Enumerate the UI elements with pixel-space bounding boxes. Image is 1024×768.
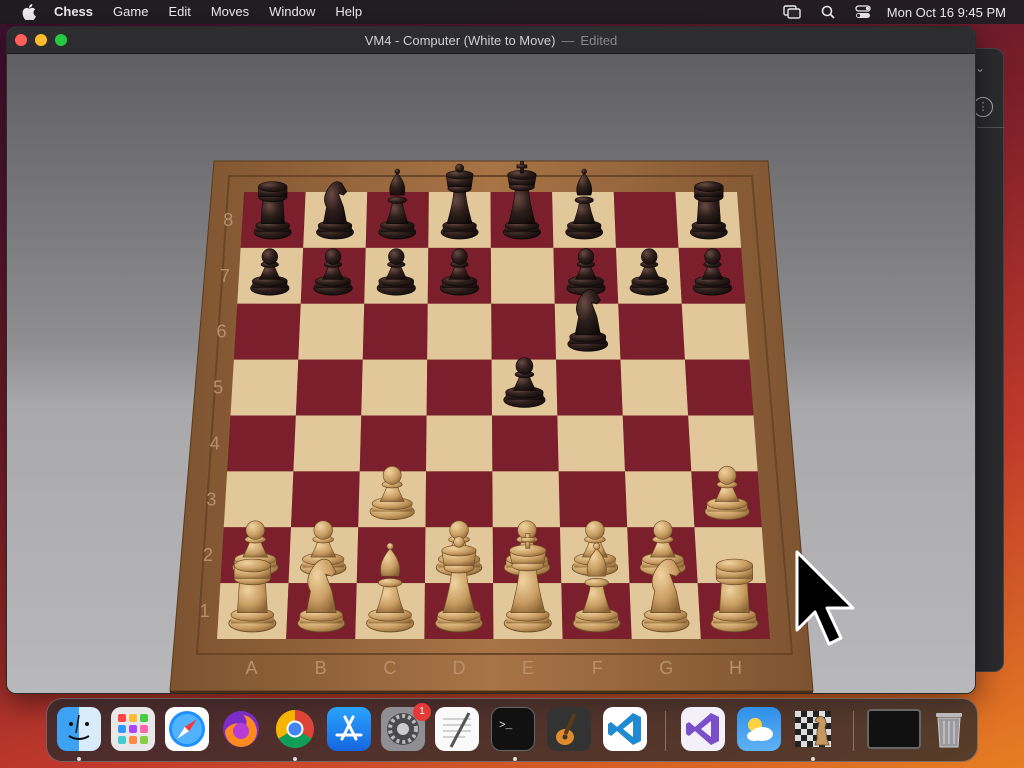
square-g5[interactable]	[620, 359, 689, 416]
running-indicator	[293, 757, 297, 761]
square-b4[interactable]	[293, 415, 362, 472]
chess-window: VM4 - Computer (White to Move) — Edited	[6, 26, 976, 694]
square-a6[interactable]	[233, 303, 301, 360]
rank-label: 2	[203, 545, 213, 565]
trash-icon[interactable]	[927, 707, 971, 751]
square-a4[interactable]	[227, 415, 296, 472]
minimize-window-button[interactable]	[35, 34, 47, 46]
file-label: B	[315, 658, 327, 678]
file-label: H	[729, 658, 742, 678]
menu-edit[interactable]: Edit	[158, 0, 200, 24]
square-h4[interactable]	[688, 415, 758, 472]
square-d5[interactable]	[426, 359, 492, 416]
vscode-icon[interactable]	[603, 707, 647, 751]
file-label: G	[659, 658, 673, 678]
textedit-icon[interactable]	[435, 707, 479, 751]
menu-moves[interactable]: Moves	[201, 0, 259, 24]
square-g8[interactable]	[613, 192, 679, 248]
square-e7[interactable]	[490, 247, 555, 304]
finder-icon[interactable]	[57, 707, 101, 751]
menu-window[interactable]: Window	[259, 0, 325, 24]
title-separator: —	[561, 32, 575, 48]
square-d3[interactable]	[425, 471, 493, 528]
rank-label: 4	[210, 433, 220, 453]
more-options-icon: ⋮	[973, 97, 993, 117]
weather-icon[interactable]	[737, 707, 781, 751]
garageband-icon[interactable]	[547, 707, 591, 751]
square-d4[interactable]	[426, 415, 493, 472]
square-g3[interactable]	[625, 471, 695, 528]
window-title: VM4 - Computer (White to Move)	[364, 32, 556, 48]
dock-separator	[853, 711, 854, 751]
notification-badge: 1	[413, 703, 431, 721]
menu-bar-clock[interactable]: Mon Oct 16 9:45 PM	[887, 5, 1006, 20]
window-title-bar[interactable]: VM4 - Computer (White to Move) — Edited	[7, 27, 975, 54]
rank-label: 6	[217, 322, 227, 342]
firefox-icon[interactable]	[219, 707, 263, 751]
chess-board[interactable]: A B C D E F G H 1 2 3 4 5 6 7 8	[7, 54, 976, 694]
menu-help[interactable]: Help	[325, 0, 372, 24]
dock-separator	[665, 711, 666, 751]
app-store-icon[interactable]	[327, 707, 371, 751]
control-center-icon[interactable]	[855, 5, 871, 19]
file-label: D	[452, 658, 465, 678]
spotlight-search-icon[interactable]	[821, 5, 835, 19]
chevron-down-icon: ⌄	[975, 61, 986, 75]
file-label: E	[522, 658, 534, 678]
dock: 1 >_	[46, 698, 978, 762]
chess-icon[interactable]	[791, 707, 835, 751]
square-a3[interactable]	[223, 471, 294, 528]
rank-label: 8	[223, 210, 233, 230]
square-e3[interactable]	[492, 471, 560, 528]
square-h5[interactable]	[684, 359, 754, 416]
menu-game[interactable]: Game	[103, 0, 158, 24]
safari-icon[interactable]	[165, 707, 209, 751]
square-g4[interactable]	[622, 415, 692, 472]
file-label: A	[246, 658, 258, 678]
square-c5[interactable]	[361, 359, 428, 416]
app-menu-chess[interactable]: Chess	[44, 0, 103, 24]
square-b5[interactable]	[295, 359, 363, 416]
menu-bar: Chess Game Edit Moves Window Help Mon Oc…	[0, 0, 1024, 24]
edited-indicator: Edited	[580, 32, 618, 48]
apple-menu-icon[interactable]	[18, 0, 40, 24]
square-e6[interactable]	[491, 303, 557, 360]
square-c4[interactable]	[359, 415, 427, 472]
square-f3[interactable]	[558, 471, 628, 528]
chrome-icon[interactable]	[273, 707, 317, 751]
rank-label: 3	[206, 489, 216, 509]
square-d6[interactable]	[427, 303, 492, 360]
rank-label: 5	[213, 378, 223, 398]
running-indicator	[513, 757, 517, 761]
divider	[977, 127, 1005, 128]
running-indicator	[811, 757, 815, 761]
svg-text:>_: >_	[499, 720, 513, 732]
rank-label: 7	[220, 266, 230, 286]
board-frame-edge	[170, 691, 813, 693]
square-g6[interactable]	[618, 303, 685, 360]
chess-scene[interactable]: A B C D E F G H 1 2 3 4 5 6 7 8	[7, 54, 976, 694]
square-h6[interactable]	[681, 303, 750, 360]
square-a5[interactable]	[230, 359, 299, 416]
window-preview-icon[interactable]	[867, 709, 921, 749]
running-indicator	[77, 757, 81, 761]
zoom-window-button[interactable]	[55, 34, 67, 46]
square-e4[interactable]	[492, 415, 559, 472]
screen-mirroring-icon[interactable]	[783, 5, 801, 19]
terminal-icon[interactable]: >_	[491, 707, 535, 751]
rank-label: 1	[200, 601, 210, 621]
file-label: F	[592, 658, 603, 678]
square-b3[interactable]	[291, 471, 360, 528]
square-f5[interactable]	[556, 359, 623, 416]
launchpad-icon[interactable]	[111, 707, 155, 751]
square-c6[interactable]	[362, 303, 428, 360]
file-label: C	[383, 658, 396, 678]
close-window-button[interactable]	[15, 34, 27, 46]
square-b6[interactable]	[298, 303, 365, 360]
visual-studio-icon[interactable]	[681, 707, 725, 751]
square-f4[interactable]	[557, 415, 625, 472]
